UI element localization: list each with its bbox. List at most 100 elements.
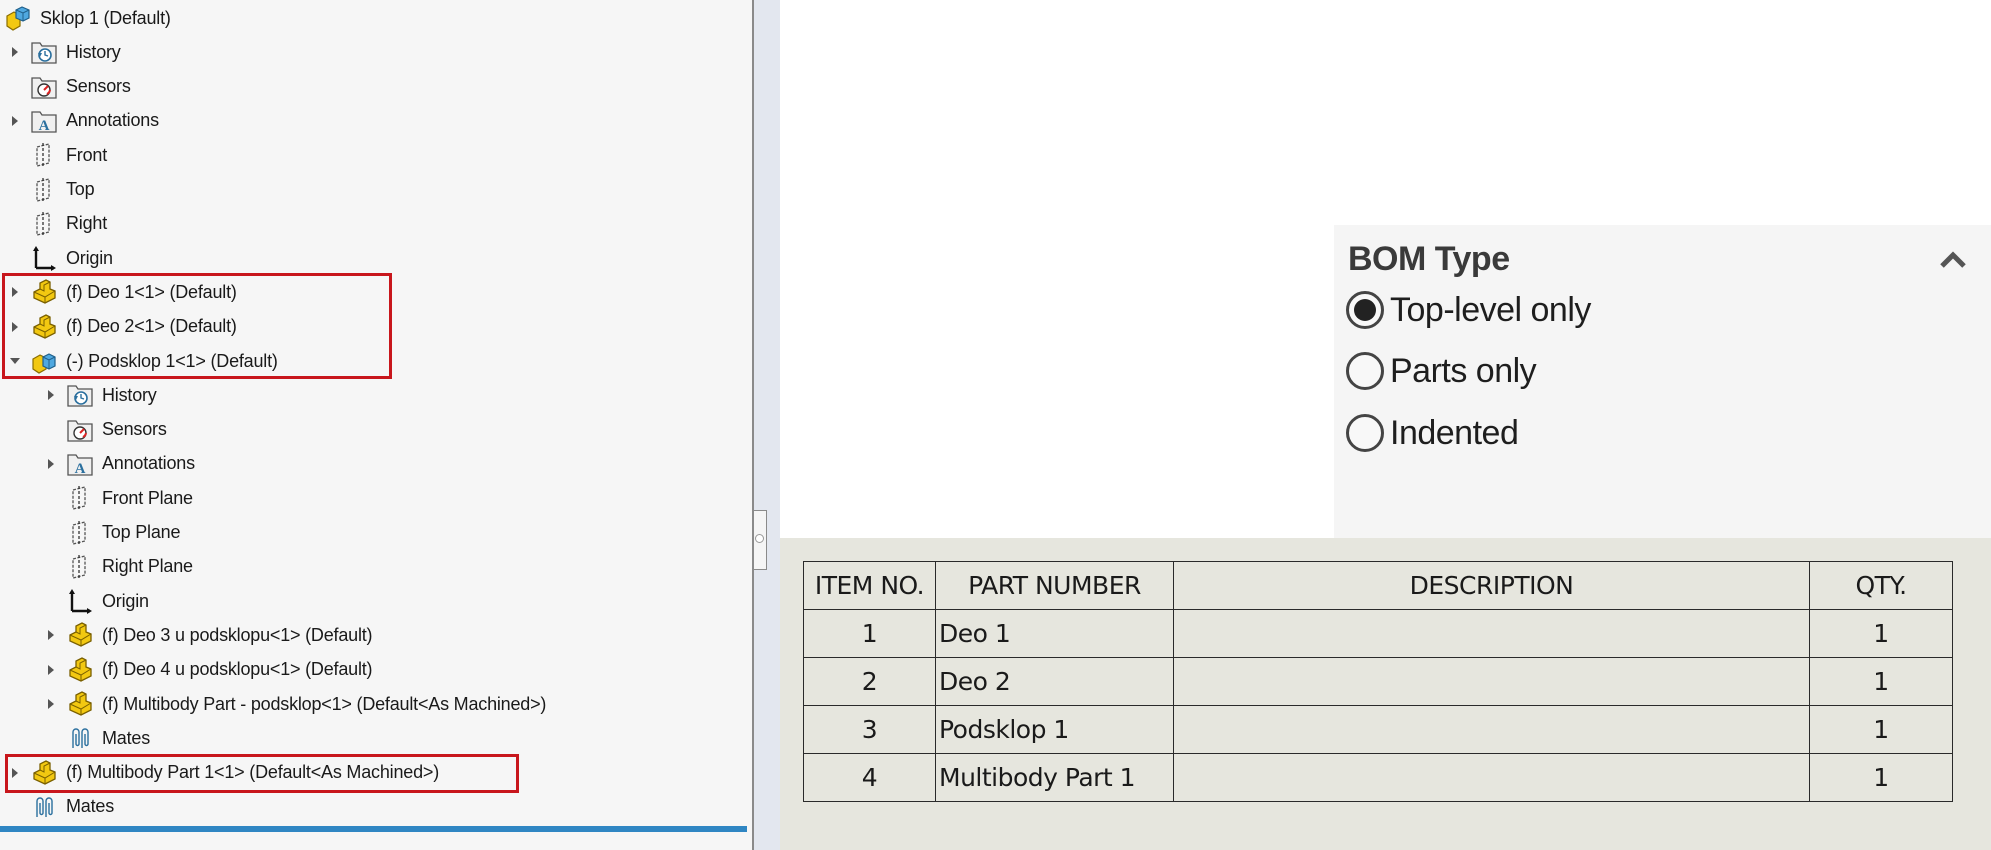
expand-arrow-icon[interactable] — [44, 697, 58, 711]
history-folder-icon — [66, 381, 94, 409]
bom-header-row: ITEM NO. PART NUMBER DESCRIPTION QTY. — [803, 561, 1953, 610]
tree-item-label: (f) Deo 3 u podsklopu<1> (Default) — [102, 624, 373, 645]
header-description: DESCRIPTION — [1173, 561, 1810, 610]
cell-part-number: Multibody Part 1 — [935, 753, 1174, 802]
tree-item-label: (-) Podsklop 1<1> (Default) — [66, 350, 278, 371]
tree-item[interactable]: (f) Deo 2<1> (Default) — [8, 310, 237, 344]
tree-item[interactable]: Sklop 1 (Default) — [4, 1, 171, 35]
radio-button[interactable] — [1346, 291, 1384, 329]
bom-row[interactable]: 3 Podsklop 1 1 — [803, 705, 1953, 754]
radio-label: Top-level only — [1390, 290, 1591, 329]
chevron-up-icon[interactable] — [1935, 245, 1971, 275]
header-part-number: PART NUMBER — [935, 561, 1174, 610]
tree-item[interactable]: Mates — [8, 790, 114, 824]
mates-icon — [30, 793, 58, 821]
tree-item[interactable]: History — [8, 35, 121, 69]
cell-part-number: Deo 2 — [935, 657, 1174, 706]
tree-item[interactable]: A Annotations — [8, 104, 159, 138]
tree-item[interactable]: Right Plane — [44, 550, 193, 584]
plane-icon — [66, 553, 94, 581]
bom-row[interactable]: 1 Deo 1 1 — [803, 609, 1953, 658]
panel-splitter[interactable] — [754, 0, 780, 850]
tree-item[interactable]: Right — [8, 207, 107, 241]
plane-icon — [66, 484, 94, 512]
expand-arrow-icon[interactable] — [44, 388, 58, 402]
tree-item[interactable]: Mates — [44, 721, 150, 755]
tree-item-label: Right — [66, 213, 108, 234]
tree-item[interactable]: A Annotations — [44, 447, 195, 481]
expand-arrow-icon[interactable] — [8, 320, 22, 334]
cell-description — [1173, 609, 1810, 658]
tree-item-label: Top Plane — [102, 522, 181, 542]
radio-button[interactable] — [1346, 414, 1384, 452]
tree-item[interactable]: (-) Podsklop 1<1> (Default) — [8, 344, 278, 378]
tree-item-label: Annotations — [66, 110, 159, 131]
part-icon — [66, 690, 94, 718]
radio-parts-only[interactable]: Parts only — [1346, 347, 1537, 395]
expand-arrow-icon[interactable] — [8, 114, 22, 128]
bom-row[interactable]: 4 Multibody Part 1 1 — [803, 753, 1953, 802]
history-folder-icon — [30, 38, 58, 66]
expand-arrow-icon[interactable] — [8, 766, 22, 780]
tree-item-label: Right Plane — [102, 556, 193, 577]
tree-item[interactable]: (f) Multibody Part - podsklop<1> (Defaul… — [44, 687, 546, 721]
origin-icon — [30, 244, 58, 272]
collapse-arrow-icon[interactable] — [8, 354, 22, 368]
sensors-folder-icon — [30, 73, 58, 101]
plane-icon — [30, 141, 58, 169]
cell-item-no: 3 — [803, 705, 936, 754]
expand-arrow-icon[interactable] — [44, 628, 58, 642]
part-icon — [30, 759, 58, 787]
tree-item-label: Origin — [102, 590, 149, 611]
tree-item[interactable]: (f) Deo 3 u podsklopu<1> (Default) — [44, 618, 373, 652]
tree-item[interactable]: Sensors — [44, 413, 167, 447]
bom-type-panel: BOM Type Top-level only Parts only Inden… — [1334, 225, 1991, 538]
bom-row[interactable]: 2 Deo 2 1 — [803, 657, 1953, 706]
part-icon — [66, 621, 94, 649]
assembly-icon — [4, 4, 32, 32]
origin-icon — [66, 587, 94, 615]
part-icon — [30, 278, 58, 306]
header-item-no: ITEM NO. — [803, 561, 936, 610]
tree-item-label: (f) Multibody Part - podsklop<1> (Defaul… — [102, 693, 547, 714]
feature-manager-tree: Sklop 1 (Default) History Sensors A Annotati… — [0, 0, 754, 850]
expand-arrow-icon[interactable] — [8, 285, 22, 299]
header-qty: QTY. — [1809, 561, 1953, 610]
part-icon — [30, 313, 58, 341]
radio-button[interactable] — [1346, 352, 1384, 390]
tree-item[interactable]: (f) Deo 4 u podsklopu<1> (Default) — [44, 653, 373, 687]
mates-icon — [66, 724, 94, 752]
expand-arrow-icon[interactable] — [8, 45, 22, 59]
expand-arrow-icon[interactable] — [44, 663, 58, 677]
cell-item-no: 2 — [803, 657, 936, 706]
tree-item[interactable]: Top Plane — [44, 516, 180, 550]
cell-description — [1173, 657, 1810, 706]
tree-item[interactable]: Origin — [8, 241, 113, 275]
tree-item[interactable]: (f) Deo 1<1> (Default) — [8, 275, 237, 309]
tree-item[interactable]: Origin — [44, 584, 149, 618]
expand-arrow-icon[interactable] — [44, 457, 58, 471]
cell-qty: 1 — [1809, 609, 1953, 658]
radio-indented[interactable]: Indented — [1346, 409, 1519, 457]
tree-item-label: (f) Multibody Part 1<1> (Default<As Mach… — [66, 762, 439, 783]
tree-item[interactable]: (f) Multibody Part 1<1> (Default<As Mach… — [8, 756, 439, 790]
splitter-grip-dot-icon — [755, 534, 764, 543]
tree-item[interactable]: Front Plane — [44, 481, 193, 515]
tree-item[interactable]: Sensors — [8, 70, 131, 104]
tree-item[interactable]: Front — [8, 138, 107, 172]
tree-item[interactable]: History — [44, 378, 157, 412]
tree-item[interactable]: Top — [8, 173, 95, 207]
bom-type-title: BOM Type — [1348, 240, 1510, 278]
tree-item-label: Top — [66, 179, 95, 199]
radio-top-level-only[interactable]: Top-level only — [1346, 286, 1591, 334]
bom-table: ITEM NO. PART NUMBER DESCRIPTION QTY. 1 … — [803, 561, 1953, 802]
subassembly-icon — [30, 347, 58, 375]
